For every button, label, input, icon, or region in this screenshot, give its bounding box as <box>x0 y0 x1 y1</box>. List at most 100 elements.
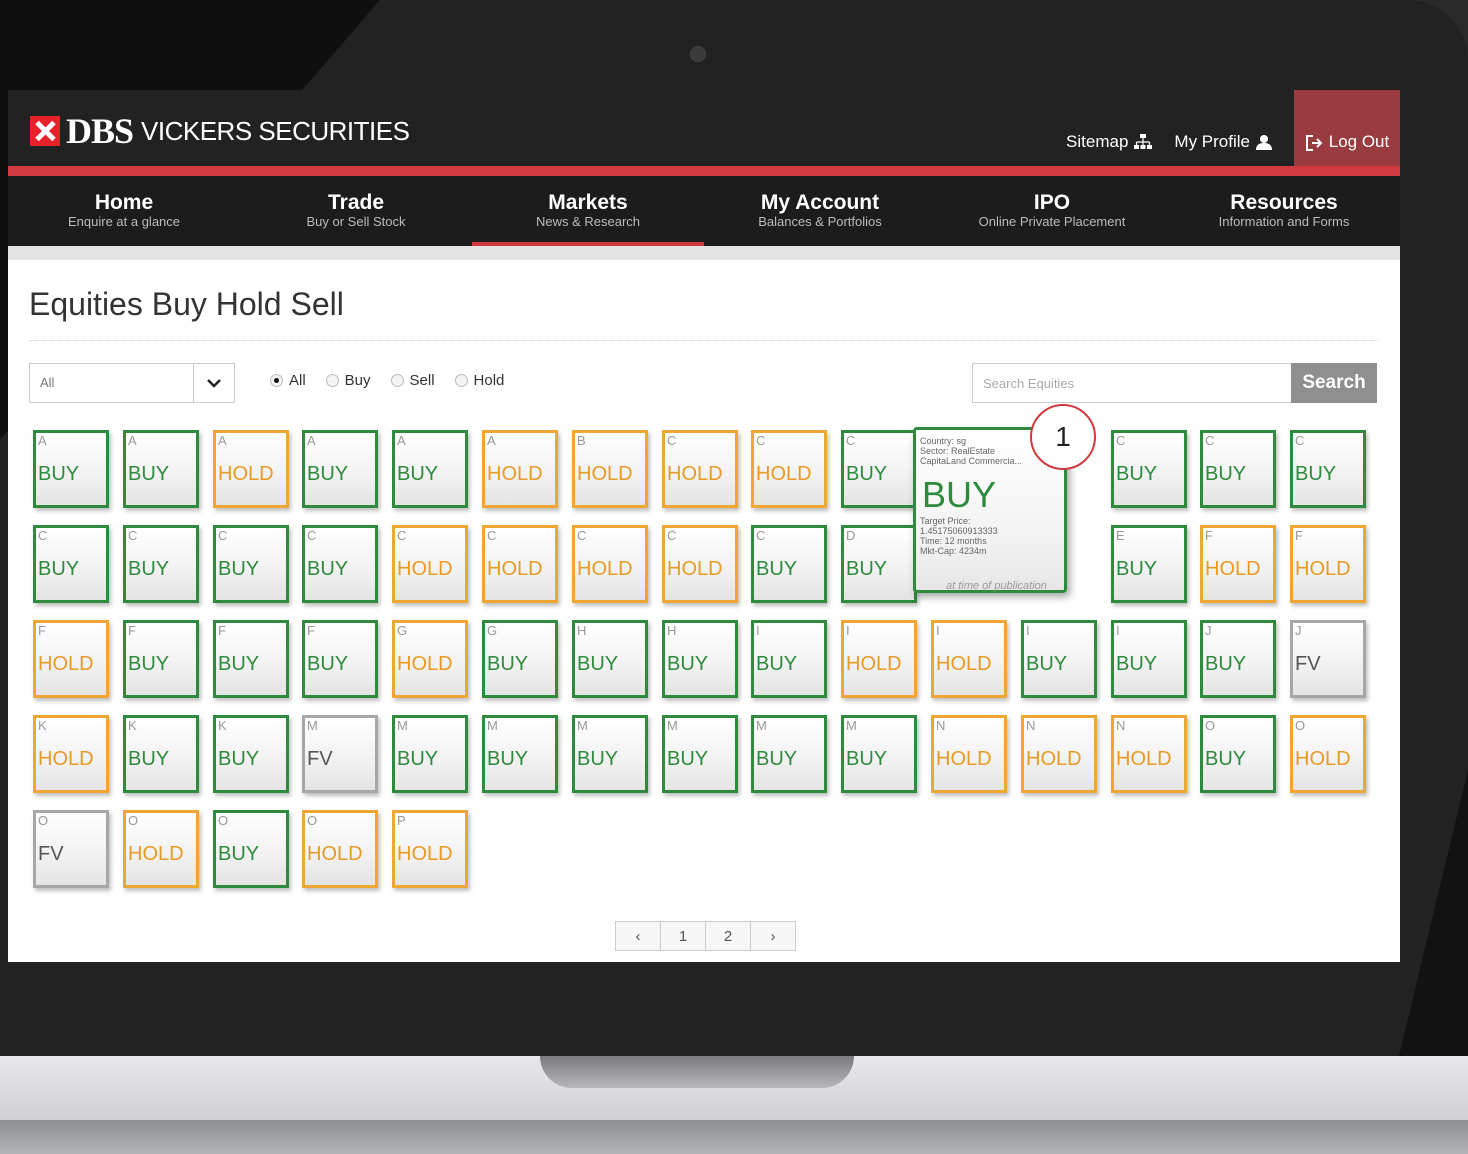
equity-tile[interactable]: K BUY <box>123 715 199 793</box>
equity-tile[interactable]: J FV <box>1290 620 1366 698</box>
equity-tile[interactable]: C BUY <box>33 525 109 603</box>
pagination-prev[interactable]: ‹ <box>616 922 661 950</box>
radio-sell[interactable]: Sell <box>390 372 435 389</box>
equity-tile[interactable]: N HOLD <box>1021 715 1097 793</box>
equity-tile[interactable]: F BUY <box>302 620 378 698</box>
search-button[interactable]: Search <box>1291 363 1377 403</box>
pagination-page-1[interactable]: 1 <box>661 922 706 950</box>
tile-recommendation: BUY <box>846 558 888 580</box>
equity-tile[interactable]: I BUY <box>1111 620 1187 698</box>
equity-tile[interactable]: I HOLD <box>841 620 917 698</box>
equity-tile[interactable]: C HOLD <box>572 525 648 603</box>
radio-buy[interactable]: Buy <box>325 372 371 389</box>
equity-tile[interactable]: M BUY <box>572 715 648 793</box>
equity-tile[interactable]: M BUY <box>392 715 468 793</box>
radio-label: Buy <box>344 372 371 389</box>
nav-title: My Account <box>760 191 880 214</box>
equity-tile[interactable]: I BUY <box>1021 620 1097 698</box>
sitemap-link[interactable]: Sitemap <box>1066 132 1153 166</box>
equity-tile[interactable]: N HOLD <box>931 715 1007 793</box>
equity-tile[interactable]: O HOLD <box>302 810 378 888</box>
equity-tile[interactable]: C HOLD <box>662 430 738 508</box>
equity-tile[interactable]: O FV <box>33 810 109 888</box>
tile-letter: G <box>487 623 498 638</box>
radio-circle[interactable] <box>270 374 283 387</box>
equity-tile[interactable]: D BUY <box>841 525 917 603</box>
equity-tile[interactable]: M BUY <box>482 715 558 793</box>
nav-item-markets[interactable]: Markets News & Research <box>472 176 704 246</box>
browser-screen: DBS VICKERS SECURITIES Sitemap My Profil… <box>8 90 1400 962</box>
radio-circle[interactable] <box>325 374 339 387</box>
equity-tile[interactable]: F HOLD <box>1290 525 1366 603</box>
equity-tile[interactable]: C HOLD <box>662 525 738 603</box>
equity-tile[interactable]: C BUY <box>841 430 917 508</box>
nav-item-my-account[interactable]: My Account Balances & Portfolios <box>704 176 936 246</box>
equity-tile[interactable]: K BUY <box>213 715 289 793</box>
equity-tile[interactable]: M BUY <box>662 715 738 793</box>
equity-tile[interactable]: C HOLD <box>392 525 468 603</box>
equity-tile[interactable]: H BUY <box>572 620 648 698</box>
equity-tile[interactable]: O HOLD <box>1290 715 1366 793</box>
radio-hold[interactable]: Hold <box>454 372 504 389</box>
equity-tile[interactable]: F HOLD <box>1200 525 1276 603</box>
tile-recommendation: BUY <box>218 748 260 770</box>
equity-tile[interactable]: M BUY <box>751 715 827 793</box>
tile-recommendation: BUY <box>577 748 619 770</box>
equity-tile[interactable]: C BUY <box>123 525 199 603</box>
equity-tile[interactable]: C BUY <box>302 525 378 603</box>
equity-tile[interactable]: O HOLD <box>123 810 199 888</box>
equity-tile[interactable]: B HOLD <box>572 430 648 508</box>
equity-tile[interactable]: G HOLD <box>392 620 468 698</box>
radio-all[interactable]: All <box>270 372 306 389</box>
my-profile-link[interactable]: My Profile <box>1174 132 1272 166</box>
equity-tile[interactable]: O BUY <box>213 810 289 888</box>
equity-tile[interactable]: C BUY <box>1111 430 1187 508</box>
equity-tile[interactable]: I BUY <box>751 620 827 698</box>
equity-tile[interactable]: E BUY <box>1111 525 1187 603</box>
equity-tile[interactable]: N HOLD <box>1111 715 1187 793</box>
pagination-page-2[interactable]: 2 <box>706 922 751 950</box>
equity-tile[interactable]: C BUY <box>1290 430 1366 508</box>
nav-item-trade[interactable]: Trade Buy or Sell Stock <box>240 176 472 246</box>
equity-tile[interactable]: C HOLD <box>482 525 558 603</box>
search-input[interactable]: Search Equities <box>972 363 1292 403</box>
equity-tile[interactable]: A BUY <box>392 430 468 508</box>
dbs-logo[interactable]: DBS VICKERS SECURITIES <box>30 110 410 152</box>
equity-tile[interactable]: C BUY <box>751 525 827 603</box>
nav-item-resources[interactable]: Resources Information and Forms <box>1168 176 1400 246</box>
equity-tile[interactable]: C BUY <box>1200 430 1276 508</box>
equity-tile[interactable]: F BUY <box>213 620 289 698</box>
pagination-next[interactable]: › <box>751 922 795 950</box>
radio-label: Sell <box>409 372 435 389</box>
equity-tile[interactable]: A HOLD <box>213 430 289 508</box>
nav-item-home[interactable]: Home Enquire at a glance <box>8 176 240 246</box>
equity-tile[interactable]: A BUY <box>123 430 199 508</box>
equity-tile[interactable]: H BUY <box>662 620 738 698</box>
equity-tile[interactable]: K HOLD <box>33 715 109 793</box>
equity-tile[interactable]: F BUY <box>123 620 199 698</box>
radio-circle[interactable] <box>390 374 404 387</box>
equity-tile[interactable]: F HOLD <box>33 620 109 698</box>
equity-tile[interactable]: P HOLD <box>392 810 468 888</box>
equity-tile[interactable]: A BUY <box>302 430 378 508</box>
tile-recommendation: BUY <box>487 653 529 675</box>
nav-item-ipo[interactable]: IPO Online Private Placement <box>936 176 1168 246</box>
logout-button[interactable]: Log Out <box>1294 90 1400 166</box>
equity-tile[interactable]: A BUY <box>33 430 109 508</box>
equity-tile[interactable]: C HOLD <box>751 430 827 508</box>
equity-tile[interactable]: M FV <box>302 715 378 793</box>
chevron-down-icon[interactable] <box>193 364 234 402</box>
tile-recommendation: BUY <box>397 748 439 770</box>
equity-tile[interactable]: I HOLD <box>931 620 1007 698</box>
equity-tile[interactable]: J BUY <box>1200 620 1276 698</box>
filter-select[interactable]: All <box>29 363 235 403</box>
tile-letter: C <box>1116 433 1126 448</box>
radio-circle[interactable] <box>454 374 468 387</box>
equity-tile[interactable]: M BUY <box>841 715 917 793</box>
tile-letter: F <box>307 623 315 638</box>
popup-company: CapitaLand Commercia... <box>920 456 1023 466</box>
equity-tile[interactable]: G BUY <box>482 620 558 698</box>
equity-tile[interactable]: O BUY <box>1200 715 1276 793</box>
equity-tile[interactable]: C BUY <box>213 525 289 603</box>
equity-tile[interactable]: A HOLD <box>482 430 558 508</box>
